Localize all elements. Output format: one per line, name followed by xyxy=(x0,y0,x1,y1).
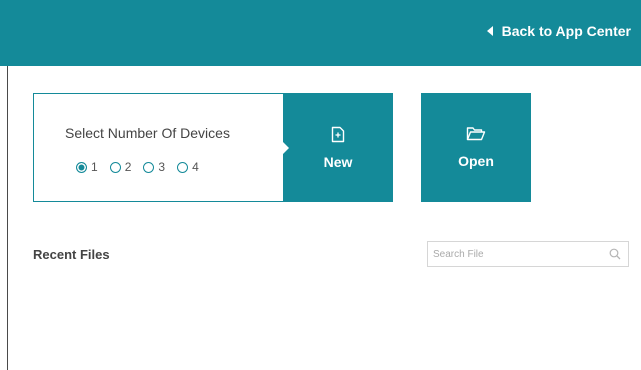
open-button-label: Open xyxy=(458,153,494,169)
device-count-title: Select Number Of Devices xyxy=(65,125,230,141)
radio-label: 2 xyxy=(124,160,132,174)
caret-left-icon xyxy=(486,26,493,36)
device-radio-2[interactable]: 2 xyxy=(109,160,132,174)
back-to-app-center-link[interactable]: Back to App Center xyxy=(486,23,631,39)
radio-label: 1 xyxy=(91,160,98,174)
back-link-label: Back to App Center xyxy=(501,23,631,39)
folder-open-icon xyxy=(466,127,486,141)
radio-button-selected[interactable] xyxy=(76,161,87,173)
new-file-button[interactable]: New xyxy=(282,93,393,202)
radio-label: 3 xyxy=(158,160,166,174)
device-radio-1[interactable]: 1 xyxy=(76,160,98,174)
recent-files-heading: Recent Files xyxy=(33,247,110,262)
device-count-radio-group: 1 2 3 4 xyxy=(76,160,211,174)
panel-pointer xyxy=(282,141,289,155)
device-radio-3[interactable]: 3 xyxy=(143,160,165,174)
search-icon[interactable] xyxy=(609,248,621,260)
device-radio-4[interactable]: 4 xyxy=(177,160,199,174)
left-divider xyxy=(7,66,8,370)
top-header-bar: Back to App Center xyxy=(0,0,641,66)
device-count-panel: Select Number Of Devices 1 2 3 4 xyxy=(33,93,283,202)
search-file-input[interactable] xyxy=(428,242,603,266)
radio-label: 4 xyxy=(192,160,199,174)
new-button-label: New xyxy=(323,154,353,170)
open-file-button[interactable]: Open xyxy=(421,93,531,202)
radio-button[interactable] xyxy=(109,161,121,173)
new-file-icon xyxy=(331,126,345,143)
radio-button[interactable] xyxy=(143,161,155,173)
radio-button[interactable] xyxy=(177,161,189,173)
search-file-box xyxy=(427,241,629,267)
